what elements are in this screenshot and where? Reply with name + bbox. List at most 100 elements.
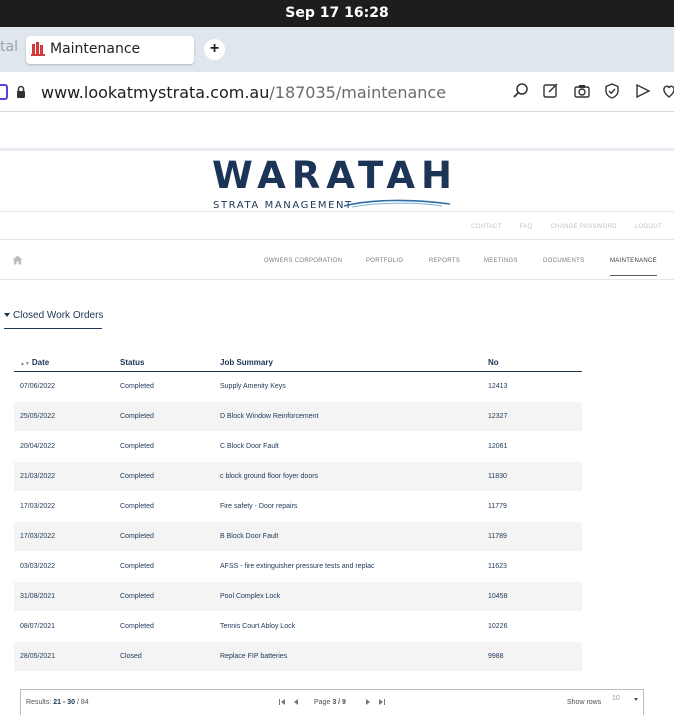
table-row[interactable]: 07/06/2022 Completed Supply Amenity Keys 12… <box>14 371 582 401</box>
home-icon[interactable] <box>12 255 23 265</box>
cell-summary: Pool Complex Lock <box>214 581 482 611</box>
first-page-icon[interactable] <box>278 698 286 706</box>
column-header-date[interactable]: ▲▼ Date <box>14 355 114 372</box>
closed-work-orders-toggle[interactable]: Closed Work Orders <box>4 310 103 321</box>
table-row[interactable]: 17/03/2022 Completed B Block Door Fault 117… <box>14 521 582 551</box>
last-page-icon[interactable] <box>378 698 386 706</box>
table-row[interactable]: 21/03/2022 Completed c block ground floor … <box>14 461 582 491</box>
cell-no: 12061 <box>482 431 582 461</box>
cell-date: 25/05/2022 <box>14 401 114 431</box>
cell-summary: Tennis Court Abloy Lock <box>214 611 482 641</box>
new-tab-button[interactable]: + <box>204 39 225 60</box>
cell-date: 17/03/2022 <box>14 491 114 521</box>
logo-wordmark: WARATAH <box>212 154 459 197</box>
lock-icon[interactable] <box>16 85 26 99</box>
sort-icon: ▲▼ <box>20 361 30 368</box>
table-row[interactable]: 25/05/2022 Completed D Block Window Reinfo… <box>14 401 582 431</box>
url-host: www.lookatmystrata.com.au <box>41 83 270 102</box>
logout-link[interactable]: LOGOUT <box>635 224 662 230</box>
dropdown-arrow-icon <box>634 698 638 701</box>
show-rows-label: Show rows <box>567 699 602 706</box>
site-favicon-icon <box>31 42 45 56</box>
results-label: Results: <box>26 699 52 706</box>
cell-date: 07/06/2022 <box>14 371 114 401</box>
header-divider <box>0 211 674 212</box>
shield-icon[interactable] <box>603 82 623 102</box>
table-row[interactable]: 28/05/2021 Closed Replace FIP batteries 998… <box>14 641 582 671</box>
cell-summary: D Block Window Reinforcement <box>214 401 482 431</box>
column-header-job-summary[interactable]: Job Summary <box>214 355 482 372</box>
work-orders-table: ▲▼ Date Status Job Summary No 07/06/2022 C… <box>14 355 582 672</box>
cell-no: 11789 <box>482 521 582 551</box>
contact-link[interactable]: CONTACT <box>471 224 502 230</box>
faq-link[interactable]: FAQ <box>520 224 533 230</box>
cell-status: Completed <box>114 611 214 641</box>
table-row[interactable]: 03/03/2022 Completed AFSS - fire extinguis… <box>14 551 582 581</box>
waratah-logo[interactable]: WARATAH STRATA MANAGEMENT <box>212 154 459 211</box>
page-indicator: Page 3 / 9 <box>314 699 346 706</box>
previous-tab[interactable]: tal <box>0 39 18 55</box>
results-range: 21 - 30 <box>53 699 76 706</box>
cell-date: 17/03/2022 <box>14 521 114 551</box>
table-row[interactable]: 08/07/2021 Completed Tennis Court Abloy Lo… <box>14 611 582 641</box>
url-path: /187035/maintenance <box>269 83 447 102</box>
nav-portfolio[interactable]: PORTFOLIO <box>366 258 403 264</box>
cell-no: 9988 <box>482 641 582 671</box>
heart-icon[interactable] <box>662 82 674 102</box>
cell-no: 10226 <box>482 611 582 641</box>
page-label: Page <box>314 699 331 706</box>
column-header-date-label: Date <box>31 358 50 368</box>
cell-status: Completed <box>114 401 214 431</box>
camera-icon[interactable] <box>573 82 593 102</box>
column-header-status[interactable]: Status <box>114 355 214 372</box>
web-page: WARATAH STRATA MANAGEMENT CONTACT FAQ CH… <box>0 148 674 715</box>
cell-no: 11623 <box>482 551 582 581</box>
cell-status: Completed <box>114 371 214 401</box>
cell-status: Completed <box>114 431 214 461</box>
nav-meetings[interactable]: MEETINGS <box>484 258 518 264</box>
url-text[interactable]: www.lookatmystrata.com.au/187035/mainten… <box>41 83 446 102</box>
table-row[interactable]: 17/03/2022 Completed Fire safety - Door re… <box>14 491 582 521</box>
cell-status: Completed <box>114 551 214 581</box>
nav-bottom-divider <box>0 279 674 280</box>
change-password-link[interactable]: CHANGE PASSWORD <box>550 224 616 230</box>
send-icon[interactable] <box>634 82 654 102</box>
table-pager: Results: 21 - 30 / 84 Page 3 / 9 Show ro… <box>20 689 644 715</box>
share-edit-icon[interactable] <box>542 82 562 102</box>
next-page-icon[interactable] <box>364 698 372 706</box>
cell-status: Completed <box>114 491 214 521</box>
cell-summary: B Block Door Fault <box>214 521 482 551</box>
cell-date: 21/03/2022 <box>14 461 114 491</box>
prev-page-icon[interactable] <box>292 698 300 706</box>
address-bar[interactable]: www.lookatmystrata.com.au/187035/mainten… <box>0 72 674 112</box>
tab-maintenance[interactable]: Maintenance <box>26 36 194 64</box>
nav-maintenance[interactable]: MAINTENANCE <box>610 258 657 264</box>
section-underline <box>4 328 102 329</box>
cell-no: 12327 <box>482 401 582 431</box>
cell-summary: c block ground floor foyer doors <box>214 461 482 491</box>
cell-summary: C Block Door Fault <box>214 431 482 461</box>
cell-status: Completed <box>114 581 214 611</box>
nav-documents[interactable]: DOCUMENTS <box>543 258 584 264</box>
cell-date: 03/03/2022 <box>14 551 114 581</box>
cell-no: 11779 <box>482 491 582 521</box>
table-row[interactable]: 20/04/2022 Completed C Block Door Fault 120… <box>14 431 582 461</box>
rows-per-page-select[interactable]: 10 <box>612 695 640 709</box>
results-total: / 84 <box>77 699 89 706</box>
utility-links: CONTACT FAQ CHANGE PASSWORD LOGOUT <box>455 224 662 230</box>
results-summary: Results: 21 - 30 / 84 <box>26 699 89 706</box>
zoom-search-icon[interactable] <box>512 82 532 102</box>
nav-owners-corporation[interactable]: OWNERS CORPORATION <box>264 258 342 264</box>
cell-date: 28/05/2021 <box>14 641 114 671</box>
nav-reports[interactable]: REPORTS <box>429 258 460 264</box>
table-row[interactable]: 31/08/2021 Completed Pool Complex Lock 1045… <box>14 581 582 611</box>
cell-summary: AFSS - fire extinguisher pressure tests … <box>214 551 482 581</box>
cell-status: Completed <box>114 461 214 491</box>
cell-no: 10458 <box>482 581 582 611</box>
table-header-row: ▲▼ Date Status Job Summary No <box>14 355 582 372</box>
cell-no: 12413 <box>482 371 582 401</box>
extension-icon[interactable] <box>0 84 8 100</box>
browser-tab-bar: tal Maintenance + <box>0 27 674 72</box>
column-header-no[interactable]: No <box>482 355 582 372</box>
cell-date: 20/04/2022 <box>14 431 114 461</box>
